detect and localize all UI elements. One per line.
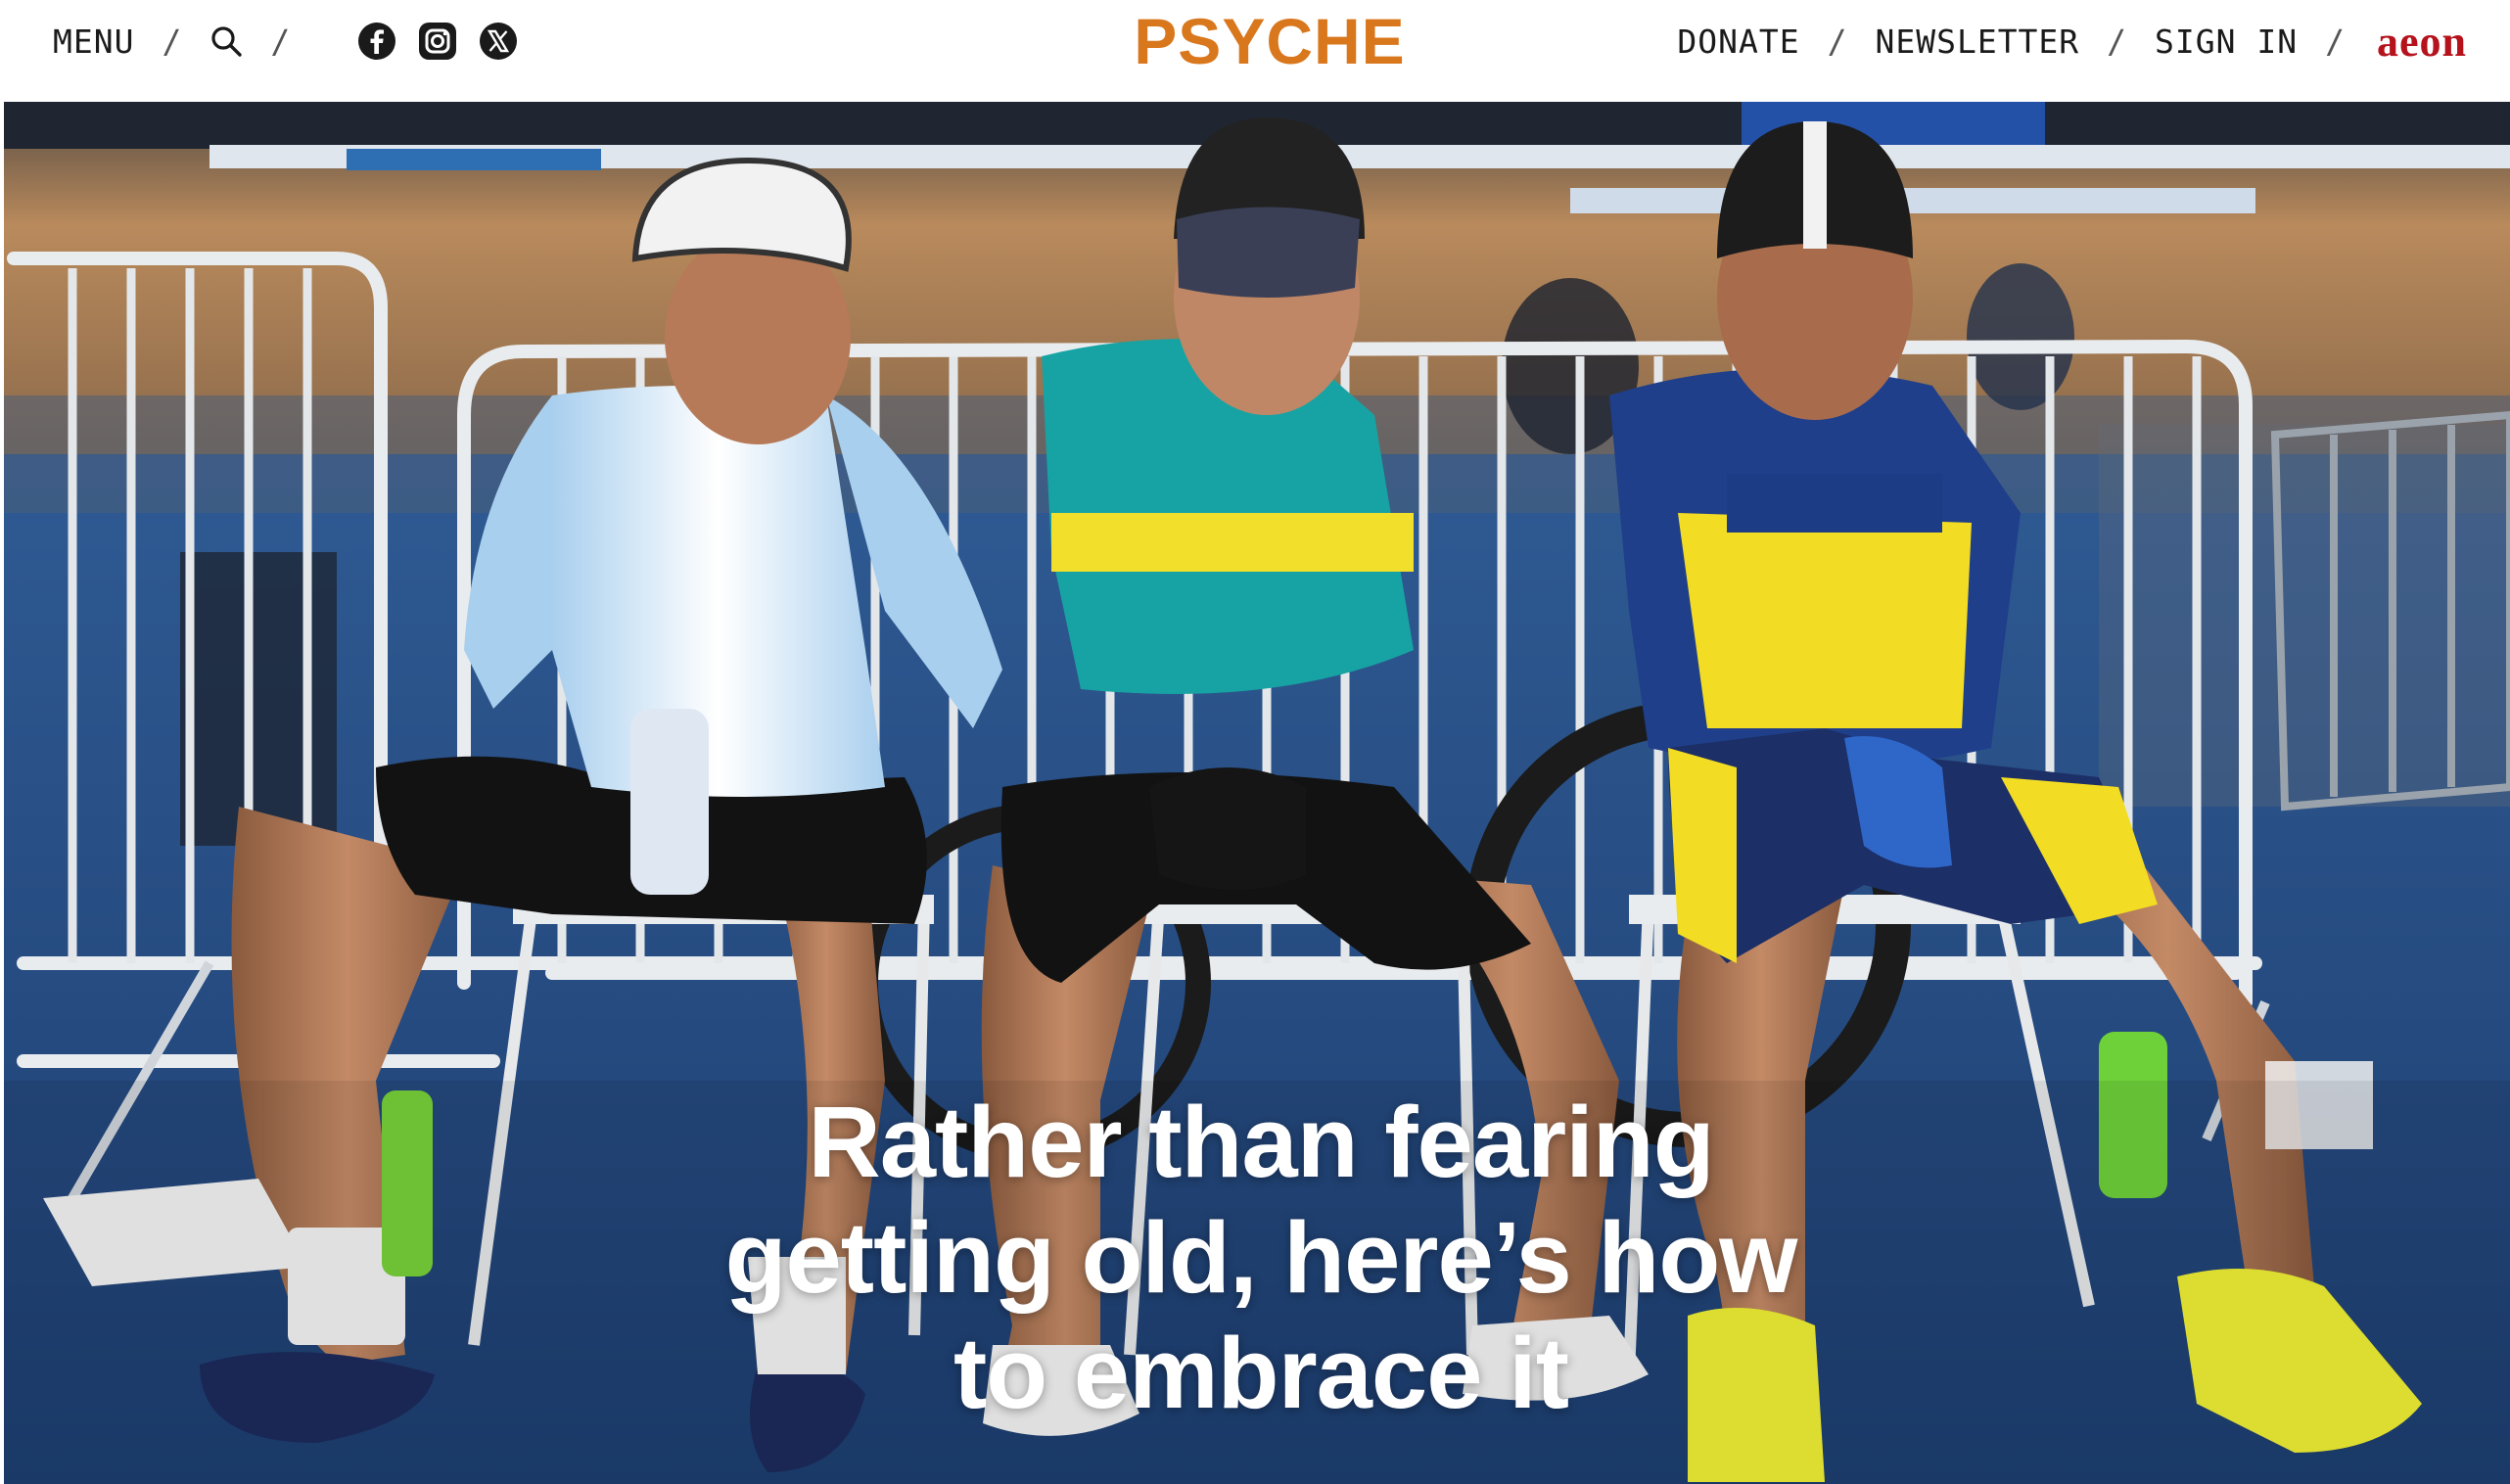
- nav-separator: /: [1827, 22, 1848, 61]
- nav-separator: /: [162, 22, 183, 61]
- hero-image: Rather than fearing getting old, here’s …: [4, 102, 2510, 1484]
- header-right-nav: DONATE / NEWSLETTER / SIGN IN / aeon: [1677, 0, 2467, 82]
- search-icon[interactable]: [209, 24, 243, 58]
- psyche-logo-text: PSYCHE: [1134, 5, 1406, 77]
- x-icon[interactable]: [479, 22, 518, 61]
- psyche-logo[interactable]: PSYCHE: [1133, 0, 1407, 82]
- social-links: [357, 22, 518, 61]
- sign-in-link[interactable]: SIGN IN: [2155, 23, 2298, 61]
- header-left-nav: MENU / /: [53, 0, 518, 82]
- nav-separator: /: [2107, 22, 2128, 61]
- instagram-icon[interactable]: [418, 22, 457, 61]
- donate-link[interactable]: DONATE: [1677, 23, 1799, 61]
- article-headline[interactable]: Rather than fearing getting old, here’s …: [674, 1085, 1848, 1431]
- aeon-logo[interactable]: aeon: [2377, 17, 2467, 67]
- nav-separator: /: [270, 22, 292, 61]
- site-header: MENU / / PSYCHE DONATE / NEWSLETTER / SI…: [0, 0, 2510, 102]
- facebook-icon[interactable]: [357, 22, 396, 61]
- nav-separator: /: [2325, 22, 2346, 61]
- menu-button[interactable]: MENU: [53, 23, 134, 61]
- newsletter-link[interactable]: NEWSLETTER: [1875, 23, 2079, 61]
